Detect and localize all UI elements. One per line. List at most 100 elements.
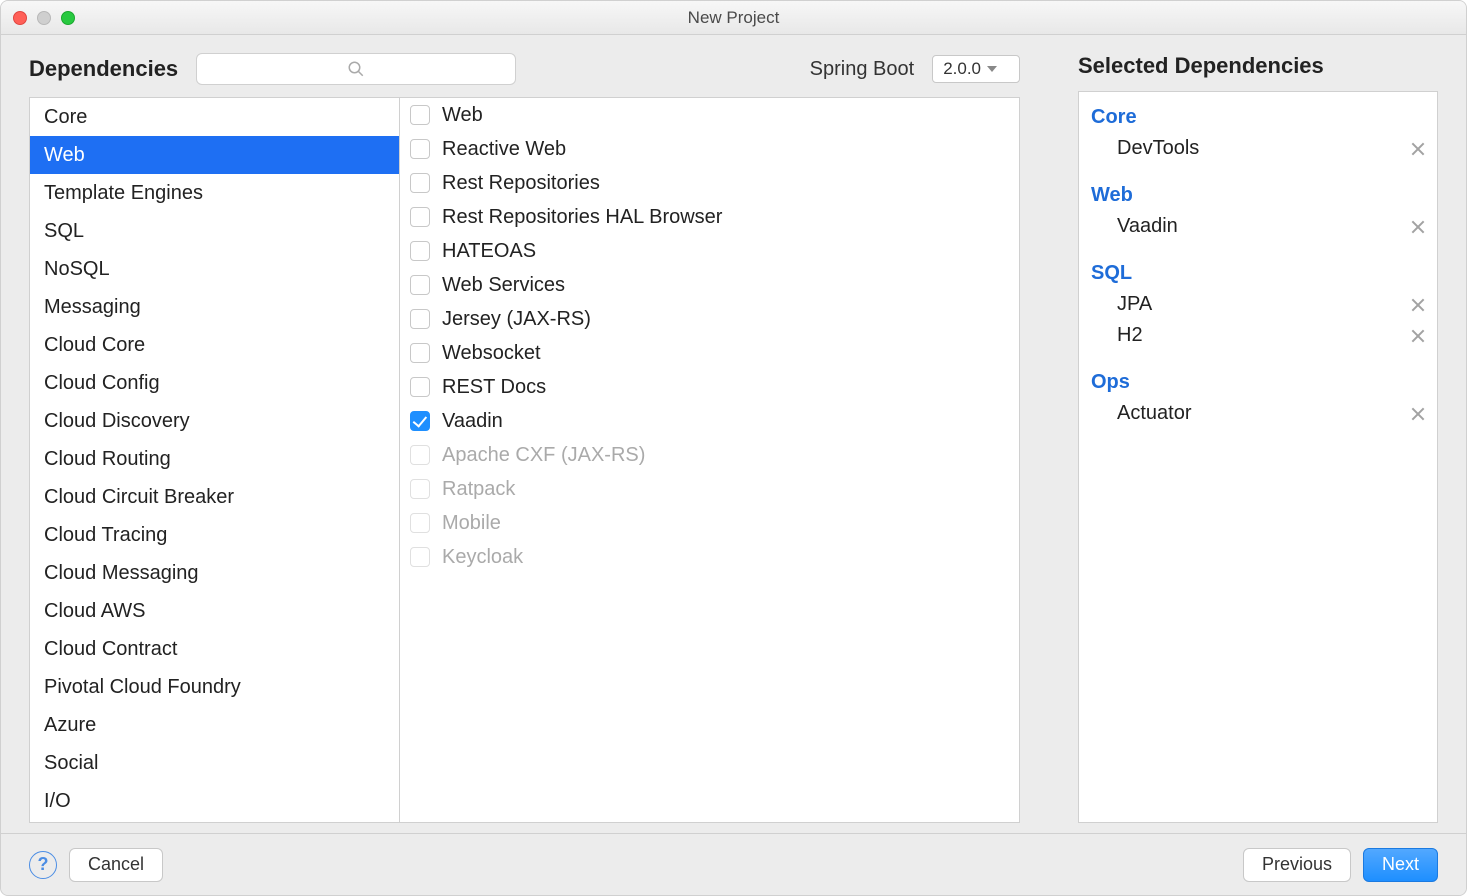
category-item[interactable]: Core bbox=[30, 98, 399, 136]
category-item[interactable]: Template Engines bbox=[30, 174, 399, 212]
dependency-label: Rest Repositories HAL Browser bbox=[442, 205, 722, 229]
dependency-label: Keycloak bbox=[442, 545, 523, 569]
remove-icon[interactable] bbox=[1411, 142, 1425, 156]
left-pane: Dependencies Spring Boot 2.0.0 CoreWebTe… bbox=[29, 53, 1020, 823]
content-area: Dependencies Spring Boot 2.0.0 CoreWebTe… bbox=[1, 35, 1466, 833]
dependency-checkbox[interactable] bbox=[410, 377, 430, 397]
dependency-checkbox bbox=[410, 479, 430, 499]
selected-item: Vaadin bbox=[1089, 211, 1427, 242]
search-icon bbox=[347, 60, 365, 78]
selected-category-header: Ops bbox=[1089, 365, 1427, 398]
remove-icon[interactable] bbox=[1411, 298, 1425, 312]
titlebar: New Project bbox=[1, 1, 1466, 35]
version-value: 2.0.0 bbox=[943, 59, 981, 79]
dependency-label: Mobile bbox=[442, 511, 501, 535]
dependency-checkbox[interactable] bbox=[410, 139, 430, 159]
category-item[interactable]: Cloud Discovery bbox=[30, 402, 399, 440]
category-item[interactable]: Messaging bbox=[30, 288, 399, 326]
dependency-label: Web Services bbox=[442, 273, 565, 297]
selected-category-header: Web bbox=[1089, 178, 1427, 211]
remove-icon[interactable] bbox=[1411, 220, 1425, 234]
dependencies-list[interactable]: Web Reactive Web Rest Repositories Rest Rep… bbox=[400, 98, 1019, 822]
dependency-checkbox[interactable] bbox=[410, 275, 430, 295]
footer: ? Cancel Previous Next bbox=[1, 833, 1466, 895]
category-item[interactable]: Cloud Contract bbox=[30, 630, 399, 668]
previous-button[interactable]: Previous bbox=[1243, 848, 1351, 882]
dependency-item[interactable]: Reactive Web bbox=[400, 132, 1019, 166]
new-project-window: New Project Dependencies Spring Boot 2.0… bbox=[0, 0, 1467, 896]
category-item[interactable]: Cloud Messaging bbox=[30, 554, 399, 592]
cancel-button[interactable]: Cancel bbox=[69, 848, 163, 882]
dependency-checkbox[interactable] bbox=[410, 105, 430, 125]
dependency-label: REST Docs bbox=[442, 375, 546, 399]
selected-item-label: DevTools bbox=[1117, 137, 1199, 160]
dependency-item: Ratpack bbox=[400, 472, 1019, 506]
next-button[interactable]: Next bbox=[1363, 848, 1438, 882]
category-item[interactable]: Ops bbox=[30, 820, 399, 822]
search-input[interactable] bbox=[196, 53, 516, 85]
dependencies-label: Dependencies bbox=[29, 56, 178, 82]
dependency-item[interactable]: Web bbox=[400, 98, 1019, 132]
selected-item-label: Vaadin bbox=[1117, 215, 1178, 238]
dependency-label: Websocket bbox=[442, 341, 541, 365]
dependency-item[interactable]: Vaadin bbox=[400, 404, 1019, 438]
category-item[interactable]: Web bbox=[30, 136, 399, 174]
close-window-button[interactable] bbox=[13, 11, 27, 25]
chevron-down-icon bbox=[987, 66, 997, 72]
window-title: New Project bbox=[1, 8, 1466, 28]
dependency-item[interactable]: REST Docs bbox=[400, 370, 1019, 404]
dependency-label: Web bbox=[442, 103, 483, 127]
category-item[interactable]: I/O bbox=[30, 782, 399, 820]
selected-item: JPA bbox=[1089, 289, 1427, 320]
categories-list[interactable]: CoreWebTemplate EnginesSQLNoSQLMessaging… bbox=[30, 98, 400, 822]
category-item[interactable]: Cloud AWS bbox=[30, 592, 399, 630]
dependency-label: Apache CXF (JAX-RS) bbox=[442, 443, 645, 467]
category-item[interactable]: Cloud Config bbox=[30, 364, 399, 402]
dependency-item: Keycloak bbox=[400, 540, 1019, 574]
selected-item-label: Actuator bbox=[1117, 402, 1191, 425]
help-button[interactable]: ? bbox=[29, 851, 57, 879]
dependency-item[interactable]: Rest Repositories HAL Browser bbox=[400, 200, 1019, 234]
selected-item: Actuator bbox=[1089, 398, 1427, 429]
dependency-label: Reactive Web bbox=[442, 137, 566, 161]
spring-boot-label: Spring Boot bbox=[810, 58, 915, 81]
right-pane: Selected Dependencies CoreDevToolsWebVaa… bbox=[1078, 53, 1438, 823]
category-item[interactable]: Cloud Circuit Breaker bbox=[30, 478, 399, 516]
dependency-checkbox bbox=[410, 445, 430, 465]
remove-icon[interactable] bbox=[1411, 407, 1425, 421]
dependency-checkbox bbox=[410, 547, 430, 567]
dependency-checkbox[interactable] bbox=[410, 241, 430, 261]
category-item[interactable]: Cloud Tracing bbox=[30, 516, 399, 554]
dependency-checkbox[interactable] bbox=[410, 343, 430, 363]
category-item[interactable]: Pivotal Cloud Foundry bbox=[30, 668, 399, 706]
selected-category-header: Core bbox=[1089, 100, 1427, 133]
dependency-checkbox[interactable] bbox=[410, 207, 430, 227]
dependency-label: Ratpack bbox=[442, 477, 515, 501]
traffic-lights bbox=[13, 11, 75, 25]
minimize-window-button[interactable] bbox=[37, 11, 51, 25]
dependency-item[interactable]: HATEOAS bbox=[400, 234, 1019, 268]
dependency-checkbox[interactable] bbox=[410, 173, 430, 193]
category-item[interactable]: Cloud Routing bbox=[30, 440, 399, 478]
dependency-label: HATEOAS bbox=[442, 239, 536, 263]
fullscreen-window-button[interactable] bbox=[61, 11, 75, 25]
dependency-item: Mobile bbox=[400, 506, 1019, 540]
dependency-checkbox[interactable] bbox=[410, 309, 430, 329]
category-item[interactable]: SQL bbox=[30, 212, 399, 250]
dependency-checkbox bbox=[410, 513, 430, 533]
category-item[interactable]: Social bbox=[30, 744, 399, 782]
selected-item: H2 bbox=[1089, 320, 1427, 351]
dependency-label: Rest Repositories bbox=[442, 171, 600, 195]
dependency-checkbox[interactable] bbox=[410, 411, 430, 431]
dependency-label: Vaadin bbox=[442, 409, 503, 433]
dependency-item[interactable]: Jersey (JAX-RS) bbox=[400, 302, 1019, 336]
category-item[interactable]: Cloud Core bbox=[30, 326, 399, 364]
dependency-item[interactable]: Websocket bbox=[400, 336, 1019, 370]
dependency-item[interactable]: Rest Repositories bbox=[400, 166, 1019, 200]
category-item[interactable]: NoSQL bbox=[30, 250, 399, 288]
spring-boot-version-select[interactable]: 2.0.0 bbox=[932, 55, 1020, 83]
category-item[interactable]: Azure bbox=[30, 706, 399, 744]
selected-item-label: JPA bbox=[1117, 293, 1152, 316]
dependency-item[interactable]: Web Services bbox=[400, 268, 1019, 302]
remove-icon[interactable] bbox=[1411, 329, 1425, 343]
